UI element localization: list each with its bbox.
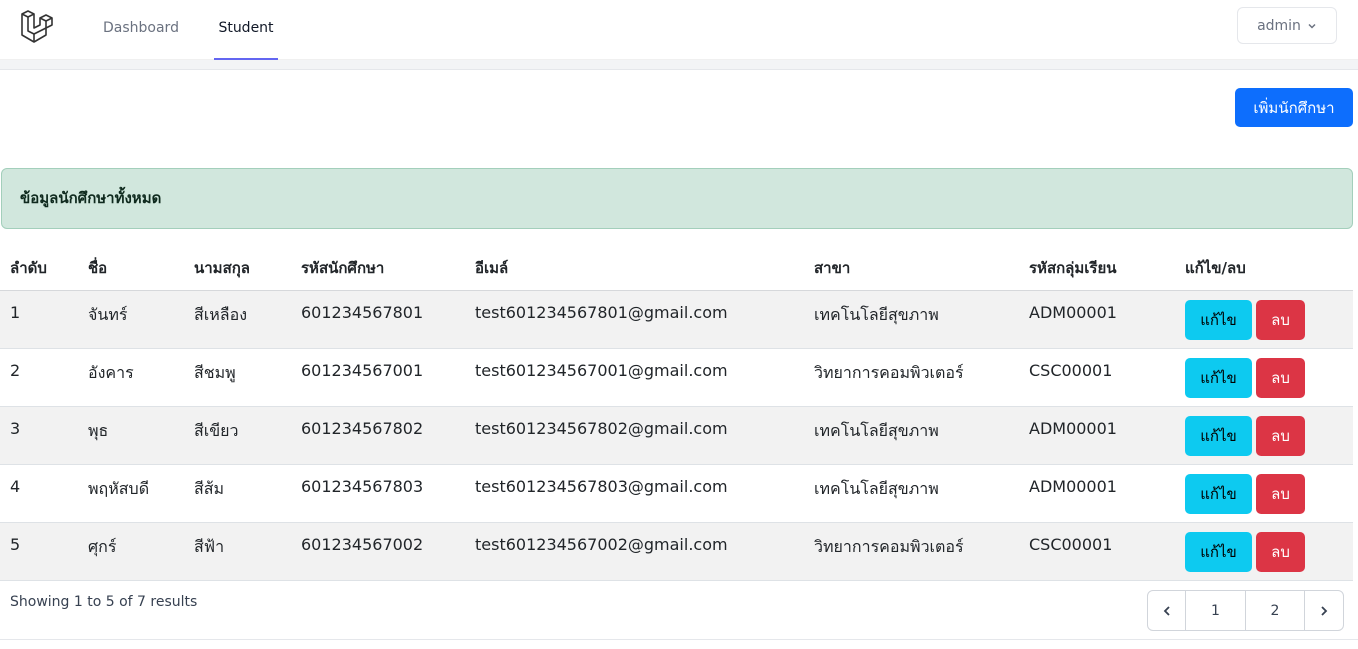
cell-first-name: พฤหัสบดี	[78, 464, 184, 523]
cell-major: วิทยาการคอมพิวเตอร์	[804, 348, 1019, 407]
cell-order: 4	[0, 464, 78, 523]
table-row: 2 อังคาร สีชมพู 601234567001 test60123456700…	[0, 348, 1353, 407]
cell-email: test601234567001@gmail.com	[465, 348, 804, 407]
col-header-first-name: ชื่อ	[78, 246, 184, 291]
delete-button[interactable]: ลบ	[1256, 473, 1305, 514]
page-1-button[interactable]: 1	[1186, 591, 1246, 630]
nav-link-dashboard[interactable]: Dashboard	[103, 0, 179, 60]
edit-button[interactable]: แก้ไข	[1185, 415, 1252, 456]
cell-group-id: ADM00001	[1019, 406, 1175, 465]
edit-button[interactable]: แก้ไข	[1185, 531, 1252, 572]
top-navbar: Dashboard Student admin	[0, 0, 1358, 60]
table-row: 4 พฤหัสบดี สีส้ม 601234567803 test6012345678…	[0, 464, 1353, 523]
cell-first-name: จันทร์	[78, 290, 184, 349]
cell-group-id: CSC00001	[1019, 348, 1175, 407]
cell-student-id: 601234567001	[291, 348, 465, 407]
user-name: admin	[1257, 17, 1301, 34]
next-page-button[interactable]	[1305, 591, 1343, 630]
cell-actions: แก้ไข ลบ	[1175, 290, 1353, 349]
cell-email: test601234567801@gmail.com	[465, 290, 804, 349]
col-header-order: ลำดับ	[0, 246, 78, 291]
cell-group-id: CSC00001	[1019, 522, 1175, 581]
cell-order: 1	[0, 290, 78, 349]
prev-page-button[interactable]	[1148, 591, 1186, 630]
page-2-button[interactable]: 2	[1246, 591, 1305, 630]
cell-major: เทคโนโลยีสุขภาพ	[804, 464, 1019, 523]
students-table: ลำดับ ชื่อ นามสกุล รหัสนักศึกษา อีเมล์ ส…	[0, 246, 1353, 581]
table-row: 3 พุธ สีเขียว 601234567802 test601234567802@…	[0, 406, 1353, 465]
edit-button[interactable]: แก้ไข	[1185, 473, 1252, 514]
cell-order: 2	[0, 348, 78, 407]
cell-major: วิทยาการคอมพิวเตอร์	[804, 522, 1019, 581]
cell-major: เทคโนโลยีสุขภาพ	[804, 406, 1019, 465]
pagination: 1 2	[1147, 590, 1344, 631]
col-header-major: สาขา	[804, 246, 1019, 291]
cell-order: 3	[0, 406, 78, 465]
edit-button[interactable]: แก้ไข	[1185, 299, 1252, 340]
cell-student-id: 601234567803	[291, 464, 465, 523]
chevron-down-icon	[1308, 23, 1316, 29]
cell-order: 5	[0, 522, 78, 581]
cell-student-id: 601234567802	[291, 406, 465, 465]
header-band	[0, 60, 1358, 70]
chevron-right-icon	[1321, 605, 1328, 616]
cell-actions: แก้ไข ลบ	[1175, 522, 1353, 581]
cell-last-name: สีฟ้า	[184, 522, 291, 581]
edit-button[interactable]: แก้ไข	[1185, 357, 1252, 398]
cell-last-name: สีเหลือง	[184, 290, 291, 349]
cell-group-id: ADM00001	[1019, 464, 1175, 523]
cell-major: เทคโนโลยีสุขภาพ	[804, 290, 1019, 349]
col-header-last-name: นามสกุล	[184, 246, 291, 291]
delete-button[interactable]: ลบ	[1256, 299, 1305, 340]
table-row: 1 จันทร์ สีเหลือง 601234567801 test601234567…	[0, 290, 1353, 349]
cell-last-name: สีส้ม	[184, 464, 291, 523]
cell-first-name: ศุกร์	[78, 522, 184, 581]
cell-last-name: สีชมพู	[184, 348, 291, 407]
laravel-logo-icon[interactable]	[20, 9, 58, 45]
table-header-row: ลำดับ ชื่อ นามสกุล รหัสนักศึกษา อีเมล์ ส…	[0, 246, 1353, 291]
nav-link-student[interactable]: Student	[214, 0, 278, 60]
cell-actions: แก้ไข ลบ	[1175, 406, 1353, 465]
cell-last-name: สีเขียว	[184, 406, 291, 465]
students-alert-heading: ข้อมูลนักศึกษาทั้งหมด	[1, 168, 1353, 229]
table-row: 5 ศุกร์ สีฟ้า 601234567002 test601234567002@…	[0, 522, 1353, 581]
col-header-actions: แก้ไข/ลบ	[1175, 246, 1353, 291]
col-header-email: อีเมล์	[465, 246, 804, 291]
add-student-button[interactable]: เพิ่มนักศึกษา	[1235, 88, 1353, 127]
cell-actions: แก้ไข ลบ	[1175, 348, 1353, 407]
cell-first-name: อังคาร	[78, 348, 184, 407]
cell-student-id: 601234567801	[291, 290, 465, 349]
cell-email: test601234567803@gmail.com	[465, 464, 804, 523]
user-menu-button[interactable]: admin	[1237, 7, 1337, 44]
footer-divider	[0, 639, 1358, 640]
cell-first-name: พุธ	[78, 406, 184, 465]
cell-student-id: 601234567002	[291, 522, 465, 581]
delete-button[interactable]: ลบ	[1256, 357, 1305, 398]
delete-button[interactable]: ลบ	[1256, 415, 1305, 456]
col-header-group-id: รหัสกลุ่มเรียน	[1019, 246, 1175, 291]
cell-email: test601234567002@gmail.com	[465, 522, 804, 581]
delete-button[interactable]: ลบ	[1256, 531, 1305, 572]
cell-email: test601234567802@gmail.com	[465, 406, 804, 465]
chevron-left-icon	[1163, 605, 1170, 616]
col-header-student-id: รหัสนักศึกษา	[291, 246, 465, 291]
cell-group-id: ADM00001	[1019, 290, 1175, 349]
cell-actions: แก้ไข ลบ	[1175, 464, 1353, 523]
pagination-summary: Showing 1 to 5 of 7 results	[10, 594, 198, 610]
